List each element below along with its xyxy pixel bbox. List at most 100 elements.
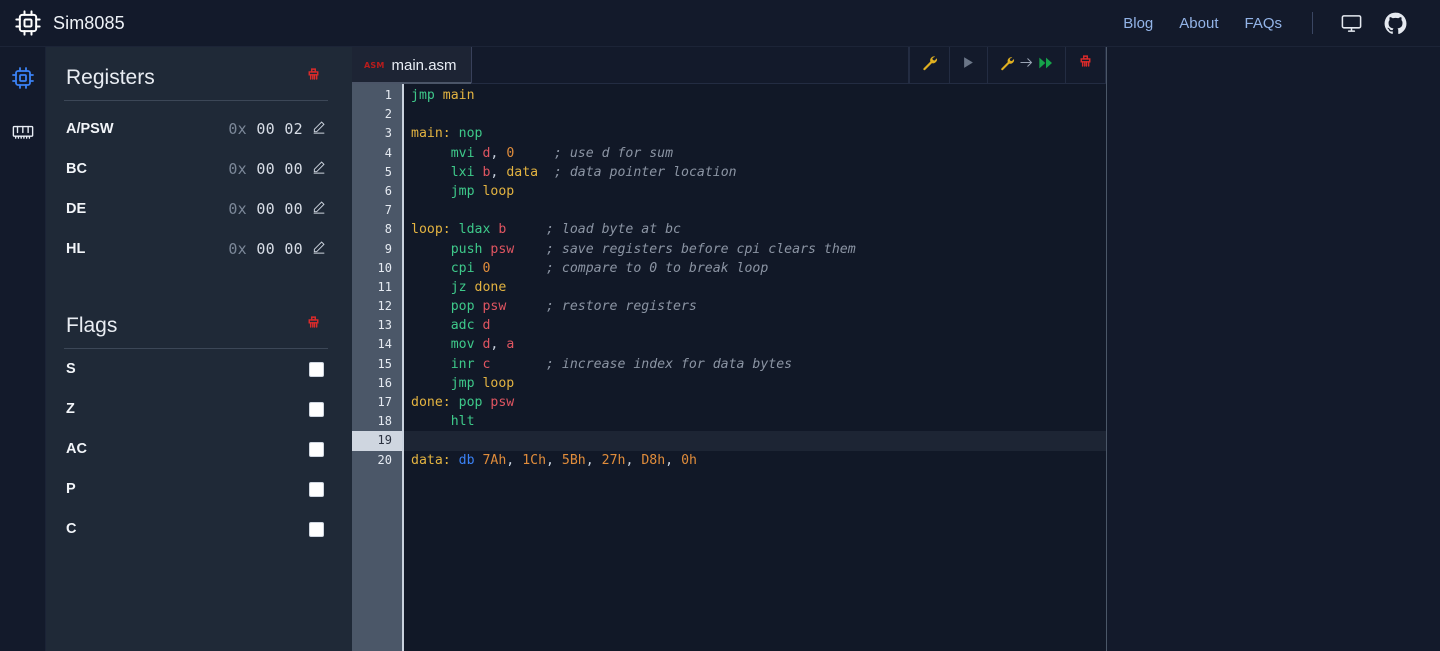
- run-button[interactable]: [950, 47, 988, 83]
- code-token: main:: [411, 126, 459, 142]
- code-token: ; data pointer location: [553, 164, 737, 180]
- code-line[interactable]: [404, 105, 1106, 124]
- flag-checkbox-p[interactable]: [309, 481, 324, 497]
- code-token: loop: [482, 183, 515, 199]
- clear-registers-button[interactable]: [303, 65, 324, 91]
- edit-register-button[interactable]: [312, 240, 326, 259]
- rail-item-cpu[interactable]: [5, 61, 41, 99]
- register-row: BC 0x 00 00: [64, 149, 328, 189]
- code-line[interactable]: data: db 7Ah, 1Ch, 5Bh, 27h, D8h, 0h: [404, 451, 1106, 470]
- clear-broom-icon: [305, 315, 322, 337]
- edit-register-button[interactable]: [312, 200, 326, 219]
- line-number-gutter: 1 2 3 4 5 6 7 8 9 10 11 12 13 14 15 16 17 18 19 20: [352, 84, 404, 651]
- code-token: ,: [625, 452, 642, 468]
- desktop-monitor-icon[interactable]: [1330, 12, 1373, 35]
- code-line[interactable]: loop: ldax b ; load byte at bc: [404, 220, 1106, 239]
- line-number: 9: [384, 241, 392, 256]
- code-line[interactable]: push psw ; save registers before cpi cle…: [404, 240, 1106, 259]
- clear-flags-button[interactable]: [303, 313, 324, 339]
- code-token: 5Bh: [561, 452, 586, 468]
- code-token: hlt: [450, 414, 475, 430]
- code-line[interactable]: done: pop psw: [404, 393, 1106, 412]
- code-token: psw: [490, 241, 515, 257]
- code-area[interactable]: 1 2 3 4 5 6 7 8 9 10 11 12 13 14 15 16 17 18 19 20 jmp main…: [352, 84, 1106, 651]
- edit-register-button[interactable]: [312, 160, 326, 179]
- flag-label: P: [66, 481, 76, 497]
- code-token: pop: [458, 395, 491, 410]
- code-line[interactable]: jmp loop: [404, 374, 1106, 393]
- register-value-text: 00 00: [256, 160, 303, 178]
- wrench-icon: [921, 54, 938, 76]
- nav-link-faqs[interactable]: FAQs: [1231, 11, 1295, 36]
- code-line[interactable]: [404, 431, 1106, 451]
- code-token: ,: [490, 337, 507, 353]
- code-token: ,: [490, 145, 507, 161]
- fast-forward-icon: [1038, 55, 1054, 76]
- code-line[interactable]: hlt: [404, 412, 1106, 431]
- register-value: 0x 00 00: [228, 200, 303, 218]
- code-token: 0h: [681, 452, 697, 468]
- register-value-group: 0x 00 00: [228, 200, 326, 219]
- clear-editor-button[interactable]: [1066, 47, 1106, 83]
- pencil-edit-icon: [312, 160, 326, 179]
- assemble-and-run-button[interactable]: [988, 47, 1066, 83]
- tabbar-filler: [472, 47, 909, 83]
- code-token: ,: [585, 452, 602, 468]
- flag-checkbox-c[interactable]: [309, 521, 324, 537]
- github-icon[interactable]: [1373, 11, 1418, 36]
- memory-ram-icon: [11, 121, 35, 148]
- line-number: 11: [377, 279, 392, 294]
- rail-item-memory[interactable]: [5, 115, 41, 153]
- code-content[interactable]: jmp main main: nop mvi d, 0 ; use d for …: [404, 84, 1106, 651]
- nav-link-blog[interactable]: Blog: [1110, 11, 1166, 36]
- flag-checkbox-ac[interactable]: [309, 441, 324, 457]
- code-line[interactable]: jmp loop: [404, 182, 1106, 201]
- register-name: HL: [66, 241, 86, 257]
- edit-register-button[interactable]: [312, 120, 326, 139]
- nav-link-about[interactable]: About: [1166, 11, 1231, 36]
- code-token: 27h: [601, 452, 626, 468]
- editor-toolbar: [909, 47, 1106, 83]
- code-line[interactable]: inr c ; increase index for data bytes: [404, 355, 1106, 374]
- register-value-text: 00 02: [256, 120, 303, 138]
- code-line[interactable]: jz done: [404, 278, 1106, 297]
- code-token: mvi: [450, 145, 483, 161]
- cpu-chip-icon: [14, 9, 42, 37]
- brand[interactable]: Sim8085: [14, 9, 125, 37]
- line-number: 19: [352, 431, 402, 451]
- code-line[interactable]: main: nop: [404, 124, 1106, 143]
- app-header: Sim8085 Blog About FAQs: [0, 0, 1440, 47]
- asm-file-badge-icon: ASM: [364, 60, 385, 70]
- register-value-group: 0x 00 00: [228, 240, 326, 259]
- tab-main-asm[interactable]: ASM main.asm: [352, 47, 472, 84]
- assemble-button[interactable]: [909, 47, 950, 83]
- flags-list: S Z AC P C: [64, 349, 328, 549]
- tab-label: main.asm: [391, 56, 457, 74]
- code-line[interactable]: lxi b, data ; data pointer location: [404, 163, 1106, 182]
- registers-panel-title: Registers: [66, 66, 155, 89]
- flag-row: Z: [64, 389, 328, 429]
- code-line[interactable]: jmp main: [404, 86, 1106, 105]
- icon-rail: [0, 47, 46, 651]
- flag-checkbox-z[interactable]: [309, 401, 324, 417]
- pencil-edit-icon: [312, 240, 326, 259]
- code-line[interactable]: mvi d, 0 ; use d for sum: [404, 144, 1106, 163]
- flag-row: AC: [64, 429, 328, 469]
- code-line[interactable]: pop psw ; restore registers: [404, 297, 1106, 316]
- flag-label: AC: [66, 441, 87, 457]
- line-number: 16: [377, 375, 392, 390]
- clear-broom-icon: [1077, 54, 1094, 76]
- code-line[interactable]: mov d, a: [404, 335, 1106, 354]
- hex-prefix: 0x: [228, 200, 247, 218]
- code-line[interactable]: adc d: [404, 316, 1106, 335]
- code-line[interactable]: cpi 0 ; compare to 0 to break loop: [404, 259, 1106, 278]
- code-line[interactable]: [404, 201, 1106, 220]
- registers-panel-header: Registers: [64, 65, 328, 101]
- flag-checkbox-s[interactable]: [309, 361, 324, 377]
